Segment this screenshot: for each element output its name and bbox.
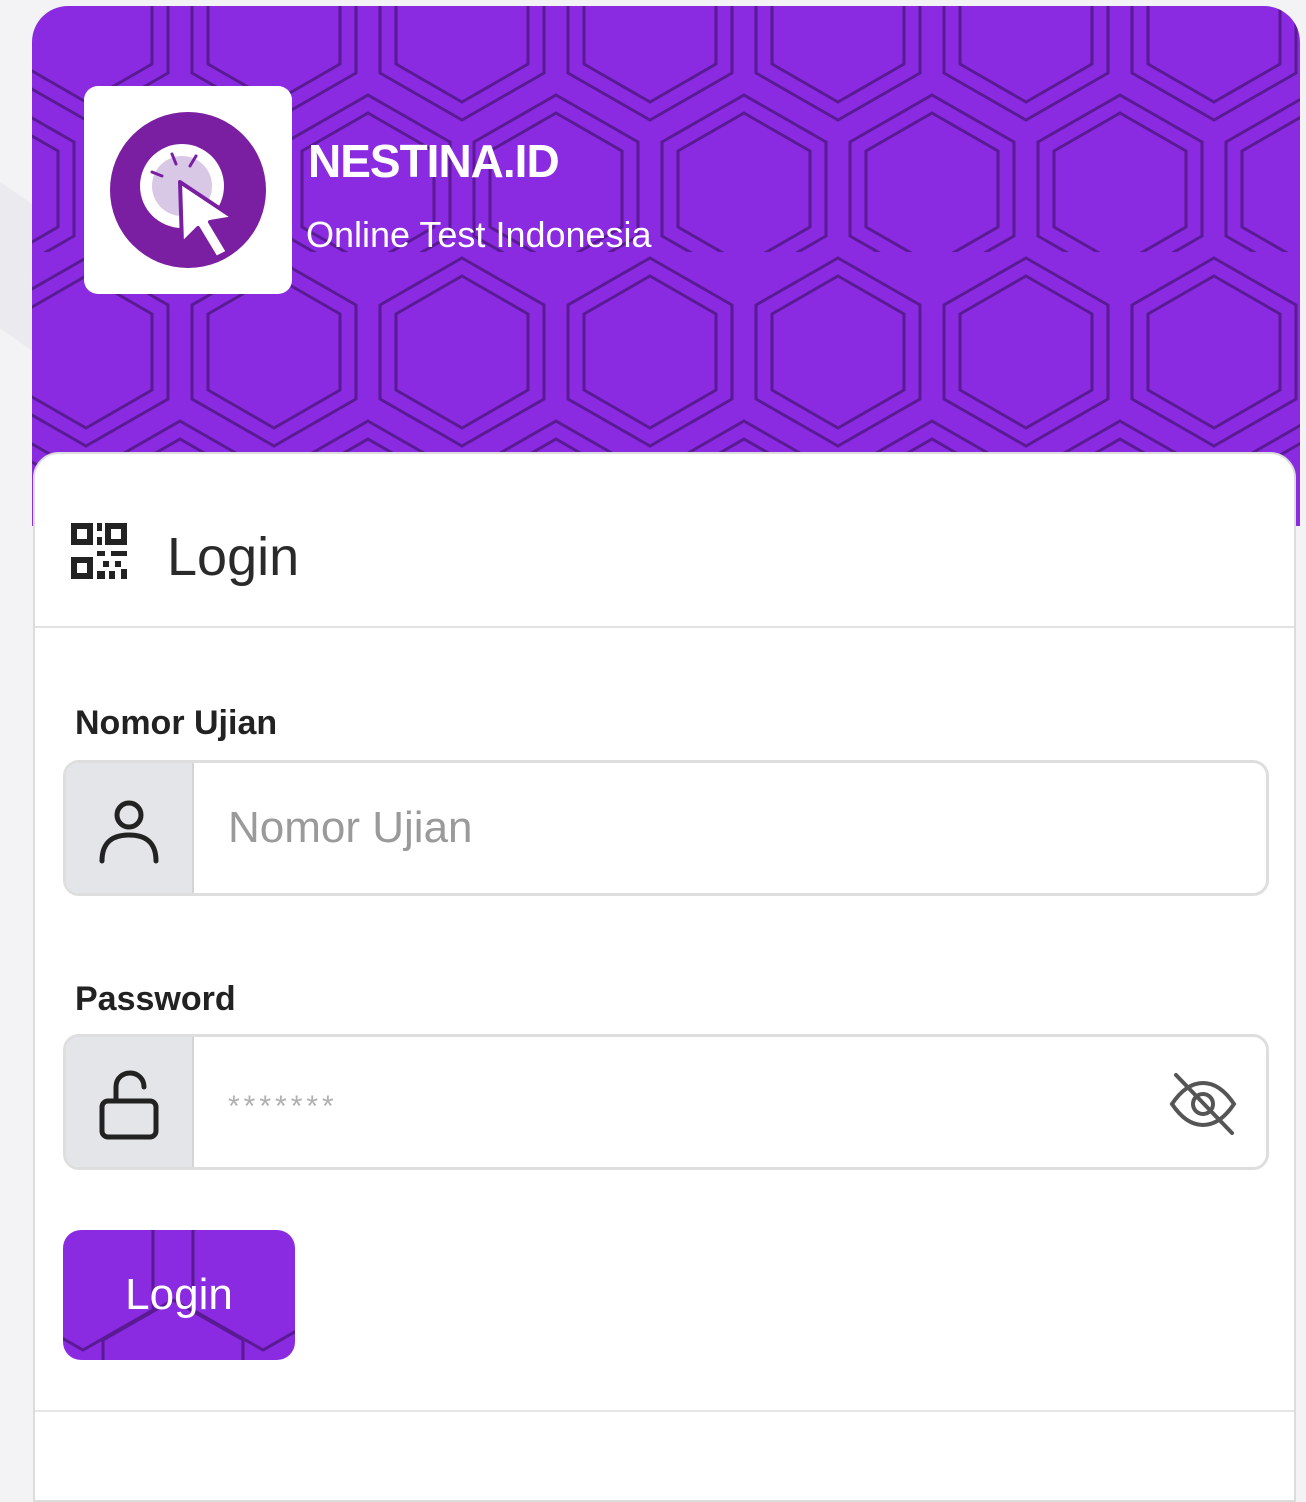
exam-number-group bbox=[63, 760, 1269, 896]
user-icon bbox=[99, 800, 159, 864]
brand-logo bbox=[84, 86, 292, 294]
unlock-icon bbox=[99, 1070, 159, 1140]
login-card: Login Nomor Ujian Password bbox=[33, 452, 1296, 1502]
password-input[interactable] bbox=[194, 1037, 1134, 1167]
brand-header: NESTINA.ID Online Test Indonesia bbox=[32, 6, 1300, 526]
login-button[interactable]: Login bbox=[63, 1230, 295, 1360]
brand-tagline: Online Test Indonesia bbox=[306, 214, 652, 255]
exam-number-input[interactable] bbox=[194, 763, 1134, 893]
eye-slash-icon[interactable] bbox=[1168, 1071, 1238, 1137]
password-group bbox=[63, 1034, 1269, 1170]
qr-code-icon bbox=[71, 523, 127, 579]
card-header: Login bbox=[35, 454, 1294, 628]
brand-name: NESTINA.ID bbox=[308, 135, 560, 187]
password-addon bbox=[66, 1037, 194, 1167]
password-label: Password bbox=[75, 980, 236, 1018]
exam-number-label: Nomor Ujian bbox=[75, 704, 278, 742]
login-button-label: Login bbox=[125, 1270, 233, 1319]
exam-number-addon bbox=[66, 763, 194, 893]
card-title: Login bbox=[167, 527, 300, 587]
card-footer-divider bbox=[35, 1410, 1294, 1412]
cursor-click-icon bbox=[110, 112, 266, 268]
